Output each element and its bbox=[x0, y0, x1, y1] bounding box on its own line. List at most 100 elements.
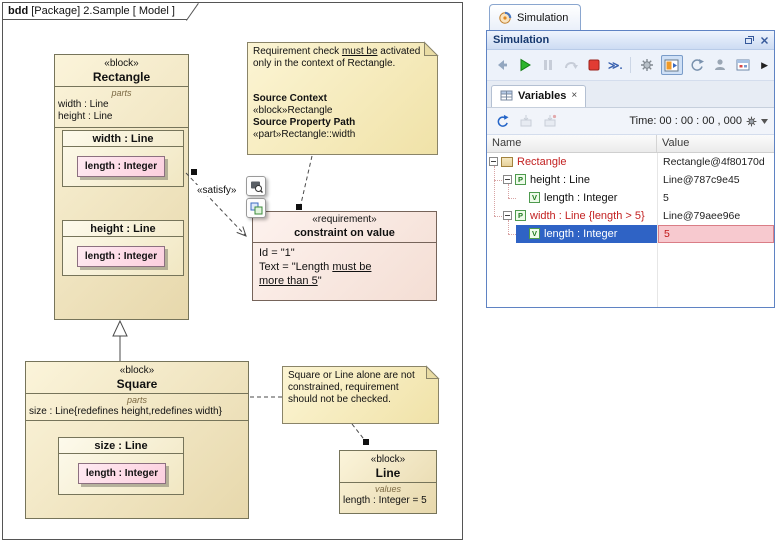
stereotype-label: «block» bbox=[26, 365, 248, 377]
note-square-line[interactable]: Square or Line alone are not constrained… bbox=[282, 366, 438, 424]
toolbar-expand-button[interactable]: ▶ bbox=[761, 60, 768, 71]
float-icon[interactable] bbox=[744, 35, 755, 46]
column-header-name[interactable]: Name bbox=[487, 135, 657, 152]
tab-variables[interactable]: Variables × bbox=[491, 85, 586, 107]
row-value[interactable]: Line@79aee96e bbox=[658, 207, 774, 225]
note-source-path-label: Source Property Path bbox=[253, 117, 431, 129]
simulation-toolbar: ≫. bbox=[487, 50, 774, 81]
context-user-button[interactable] bbox=[711, 56, 729, 74]
part-width-line[interactable]: width : Line length : Integer bbox=[62, 130, 184, 187]
block-name: Line bbox=[340, 466, 436, 482]
popup-structure-button[interactable] bbox=[246, 198, 266, 218]
stereotype-label: «block» bbox=[340, 454, 436, 466]
part-title: width : Line bbox=[63, 131, 183, 147]
export-button[interactable] bbox=[517, 112, 535, 130]
close-icon[interactable] bbox=[759, 35, 770, 46]
tab-variables-label: Variables bbox=[518, 90, 566, 102]
requirement-constraint-on-value[interactable]: «requirement» constraint on value Id = "… bbox=[252, 211, 437, 301]
variables-row-height[interactable]: P height : Line Line@787c9e45 bbox=[487, 171, 774, 189]
frame-title-kind: bdd bbox=[8, 5, 28, 17]
toolbar-overflow-button[interactable]: ≫. bbox=[608, 59, 623, 72]
compartment-label: parts bbox=[55, 87, 188, 99]
options-button[interactable] bbox=[638, 56, 656, 74]
note-requirement-context[interactable]: Requirement check must be activated only… bbox=[247, 42, 437, 155]
export-icon bbox=[543, 114, 557, 128]
attribute[interactable]: width : Line bbox=[55, 99, 188, 111]
requirement-text: " bbox=[318, 275, 322, 287]
expander-icon[interactable] bbox=[503, 175, 512, 184]
variables-row-height-length[interactable]: V length : Integer 5 bbox=[487, 189, 774, 207]
part-length-integer[interactable]: length : Integer bbox=[77, 156, 165, 177]
step-icon bbox=[563, 57, 579, 73]
note-source-path-value: «part»Rectangle::width bbox=[253, 129, 431, 141]
variables-row-width[interactable]: P width : Line {length > 5} Line@79aee96… bbox=[487, 207, 774, 225]
terminate-button[interactable] bbox=[585, 56, 603, 74]
block-icon bbox=[501, 157, 513, 167]
row-value[interactable]: 5 bbox=[658, 225, 774, 243]
block-line-header: «block» Line bbox=[340, 451, 436, 483]
note-text: Requirement check bbox=[253, 46, 342, 57]
caret-down-icon[interactable] bbox=[761, 119, 768, 124]
expander-icon[interactable] bbox=[503, 211, 512, 220]
structure-tool-icon bbox=[250, 202, 263, 215]
simulation-tab-icon bbox=[498, 11, 512, 25]
play-icon bbox=[517, 57, 533, 73]
simulation-panel-tab[interactable]: Simulation bbox=[489, 4, 581, 31]
satisfy-label: «satisfy» bbox=[196, 185, 237, 196]
refresh-button[interactable] bbox=[493, 112, 511, 130]
step-button[interactable] bbox=[562, 56, 580, 74]
animation-toggle-button[interactable] bbox=[661, 55, 683, 75]
simulation-panel-title: Simulation bbox=[493, 34, 549, 46]
export-icon bbox=[519, 114, 533, 128]
pause-button[interactable] bbox=[539, 56, 557, 74]
variables-row-rectangle[interactable]: Rectangle Rectangle@4f80170d bbox=[487, 153, 774, 171]
simulation-panel: Simulation bbox=[486, 30, 775, 308]
attribute[interactable]: size : Line{redefines height,redefines w… bbox=[26, 406, 248, 418]
open-diagram-button[interactable] bbox=[734, 56, 752, 74]
export-all-button[interactable] bbox=[541, 112, 559, 130]
row-value[interactable]: 5 bbox=[658, 189, 774, 207]
time-label: Time: bbox=[629, 115, 656, 127]
variables-toolbar: Time: 00 : 00 : 00 , 000 bbox=[487, 108, 774, 135]
frame-title-rest: [Package] 2.Sample [ Model ] bbox=[28, 5, 175, 17]
column-header-value[interactable]: Value bbox=[657, 135, 774, 152]
block-rectangle[interactable]: «block» Rectangle parts width : Line hei… bbox=[54, 54, 189, 320]
block-square-header: «block» Square bbox=[26, 362, 248, 394]
requirement-text-underlined: more than 5 bbox=[259, 275, 318, 287]
variables-table-icon bbox=[500, 89, 513, 102]
part-title: height : Line bbox=[63, 221, 183, 237]
row-value[interactable]: Line@787c9e45 bbox=[658, 171, 774, 189]
simulation-panel-titlebar[interactable]: Simulation bbox=[487, 31, 774, 50]
variables-table: Name Value Rectangle bbox=[487, 135, 774, 307]
row-value[interactable]: Rectangle@4f80170d bbox=[658, 153, 774, 171]
note-text: only in the context of Rectangle. bbox=[253, 58, 431, 70]
requirement-id: Id = "1" bbox=[259, 246, 436, 260]
pointer-button[interactable] bbox=[493, 56, 511, 74]
row-name: length : Integer bbox=[544, 228, 617, 240]
tab-close-icon[interactable]: × bbox=[571, 90, 577, 101]
auto-run-button[interactable] bbox=[688, 56, 706, 74]
part-length-integer[interactable]: length : Integer bbox=[78, 463, 166, 484]
compartment-label: values bbox=[340, 483, 436, 495]
stereotype-label: «block» bbox=[55, 58, 188, 70]
time-value: 00 : 00 : 00 , 000 bbox=[659, 115, 742, 127]
part-size-line[interactable]: size : Line length : Integer bbox=[58, 437, 184, 495]
popup-magnifier-button[interactable] bbox=[246, 176, 266, 196]
expander-icon[interactable] bbox=[489, 157, 498, 166]
parts-compartment: parts size : Line{redefines height,redef… bbox=[26, 394, 248, 421]
part-length-integer[interactable]: length : Integer bbox=[77, 246, 165, 267]
refresh-icon bbox=[495, 114, 509, 128]
part-height-line[interactable]: height : Line length : Integer bbox=[62, 220, 184, 276]
run-button[interactable] bbox=[516, 56, 534, 74]
attribute[interactable]: length : Integer = 5 bbox=[340, 495, 436, 507]
time-settings-gear-icon[interactable] bbox=[745, 115, 758, 128]
table-body: Rectangle Rectangle@4f80170d P height : … bbox=[487, 153, 774, 307]
block-line[interactable]: «block» Line values length : Integer = 5 bbox=[339, 450, 437, 514]
variables-row-width-length[interactable]: V length : Integer 5 bbox=[487, 225, 774, 243]
value-icon: V bbox=[529, 192, 540, 203]
compartment-label: parts bbox=[26, 394, 248, 406]
attribute[interactable]: height : Line bbox=[55, 111, 188, 123]
pointer-icon bbox=[494, 57, 510, 73]
requirement-body: Id = "1" Text = "Length must be more tha… bbox=[253, 243, 436, 288]
requirement-header: «requirement» constraint on value bbox=[253, 212, 436, 243]
